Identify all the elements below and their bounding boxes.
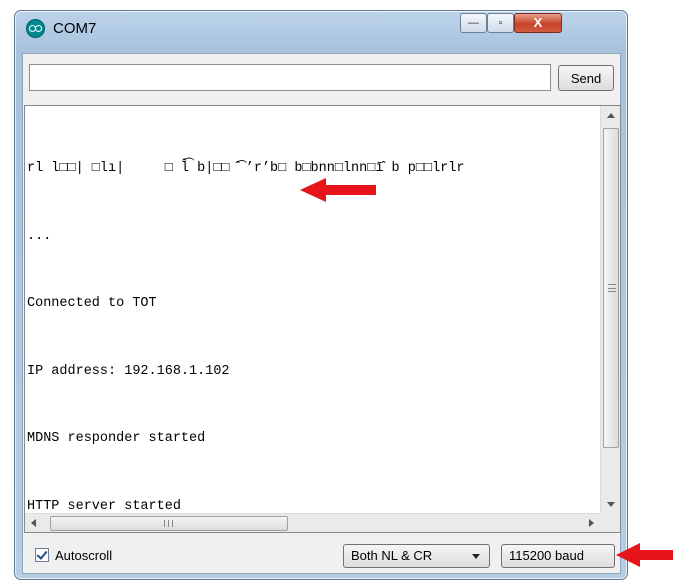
autoscroll-label: Autoscroll bbox=[55, 547, 113, 563]
output-line: HTTP server started bbox=[27, 498, 181, 514]
vertical-scrollbar[interactable] bbox=[600, 106, 620, 515]
output-line: MDNS responder started bbox=[27, 431, 206, 446]
vertical-scroll-thumb[interactable] bbox=[603, 128, 619, 448]
baud-rate-dropdown[interactable]: 115200 baud bbox=[501, 544, 615, 568]
horizontal-scroll-thumb[interactable] bbox=[50, 516, 288, 531]
scroll-down-icon[interactable] bbox=[607, 502, 615, 507]
red-arrow-icon bbox=[616, 543, 673, 567]
chevron-down-icon bbox=[472, 554, 480, 559]
scroll-right-icon[interactable] bbox=[589, 519, 594, 527]
serial-input[interactable] bbox=[29, 64, 551, 91]
serial-output[interactable]: rl l□□| □lı| □ l̂͡ b|□□ ̂͡ ’r’b□ b□bnn□l… bbox=[24, 105, 621, 533]
grip-icon bbox=[608, 284, 616, 292]
scroll-up-icon[interactable] bbox=[607, 113, 615, 118]
scrollbar-corner bbox=[600, 513, 620, 532]
minimize-button[interactable]: — bbox=[460, 13, 487, 33]
line-ending-value: Both NL & CR bbox=[351, 548, 433, 563]
client-area: Send rl l□□| □lı| □ l̂͡ b|□□ ̂͡ ’r’b□ b□… bbox=[22, 53, 621, 574]
close-button[interactable]: X bbox=[514, 13, 562, 33]
output-line: ... bbox=[27, 228, 52, 244]
output-line: IP address: 192.168.1.102 bbox=[27, 363, 230, 379]
bottom-toolbar: Autoscroll Both NL & CR 115200 baud bbox=[23, 534, 620, 574]
maximize-button[interactable]: ▫ bbox=[487, 13, 514, 33]
output-line: Connected to TOT bbox=[27, 296, 157, 311]
window-title: COM7 bbox=[53, 20, 97, 37]
line-ending-dropdown[interactable]: Both NL & CR bbox=[343, 544, 490, 568]
scroll-left-icon[interactable] bbox=[31, 519, 36, 527]
title-bar[interactable]: COM7 — ▫ X bbox=[15, 11, 627, 47]
autoscroll-checkbox[interactable] bbox=[35, 548, 49, 562]
output-text: rl l□□| □lı| □ l̂͡ b|□□ ̂͡ ’r’b□ b□bnn□l… bbox=[27, 113, 593, 513]
send-button[interactable]: Send bbox=[558, 65, 614, 91]
horizontal-scrollbar[interactable] bbox=[25, 513, 602, 532]
arduino-icon bbox=[26, 19, 45, 38]
grip-icon bbox=[164, 520, 173, 527]
serial-monitor-window: COM7 — ▫ X Send rl l□□| □lı| □ l̂͡ b|□□ … bbox=[14, 10, 628, 580]
baud-rate-value: 115200 baud bbox=[509, 548, 584, 563]
red-arrow-icon bbox=[300, 178, 376, 202]
autoscroll-toggle[interactable]: Autoscroll bbox=[35, 546, 112, 564]
